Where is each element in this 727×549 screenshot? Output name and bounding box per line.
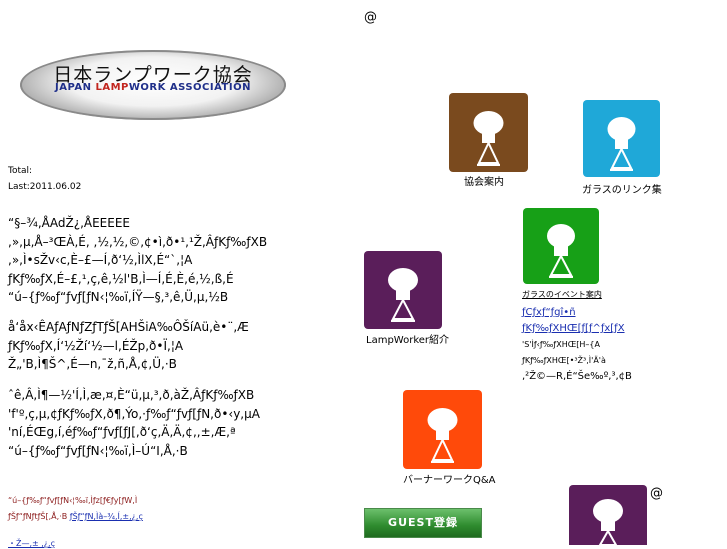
link-free-line: ƒŠƒ“ƒNƒtƒŠ[,Å,·B ƒŠƒ“ƒN,Ìà–¾,Í,±,¿,ç bbox=[8, 512, 143, 521]
link-free-text: ƒŠƒ“ƒNƒtƒŠ[,Å,·B bbox=[8, 512, 68, 521]
at-mark-right: @ bbox=[650, 486, 663, 501]
event-info-link[interactable]: ƒCƒxƒ“ƒgî•ñ bbox=[522, 305, 632, 321]
intro-paragraph-3: ˆê,Â,Ì¶—½'Í,Ì,æ,¤,È“ü,µ,³,ð,àŽ,ÂƒKƒ‰ƒXB … bbox=[8, 386, 358, 460]
logo-en-japan: JAPAN bbox=[55, 82, 96, 93]
logo-en-lamp: LAMP bbox=[95, 82, 129, 93]
paragraph-line: ƒKƒ‰ƒX,Í‘½Ží‘½—l,ÉŽp,ð•Ï,¦A bbox=[8, 338, 184, 353]
tile-lampworker-intro[interactable] bbox=[364, 251, 442, 329]
tile-bottom-partial[interactable] bbox=[569, 485, 647, 545]
logo-en-work: WORK bbox=[128, 82, 170, 93]
lamp-icon bbox=[449, 93, 528, 172]
tile-burner-work-qa[interactable] bbox=[403, 390, 482, 469]
paragraph-line: “ú–{ƒ‰ƒ“ƒvƒ[ƒN‹¦‰ï,ÍŸ—§,³,ê,Ü,µ,½B bbox=[8, 290, 229, 304]
tile-glass-events-label[interactable]: ガラスのイベント案内 bbox=[522, 289, 602, 300]
paragraph-line: “§–¾,ÅAdŽ¿,ÅEEEEE bbox=[8, 216, 131, 230]
tile-glass-links[interactable] bbox=[583, 100, 660, 177]
association-logo[interactable]: 日本ランプワーク協会 JAPAN LAMPWORK ASSOCIATION bbox=[20, 50, 290, 124]
tile-burner-work-label[interactable]: バーナーワークQ&A bbox=[403, 471, 496, 486]
right-info-line: 'S'Ìƒ‹ƒ‰ƒXHŒ[H–{A bbox=[522, 340, 600, 349]
right-info-line: ,²Ž©—R,É“Še‰º,³,¢B bbox=[522, 371, 632, 382]
total-counter: Total: bbox=[8, 166, 33, 176]
lamp-icon bbox=[364, 251, 442, 329]
intro-paragraph-1: “§–¾,ÅAdŽ¿,ÅEEEEE ,»,µ,Å–³ŒÀ,É, ,½,½,©,¢… bbox=[8, 214, 358, 307]
paragraph-line: ,»,µ,Å–³ŒÀ,É, ,½,½,©,¢•ì,ð•¹,¹Ž,ÂƒKƒ‰ƒXB bbox=[8, 234, 268, 249]
tile-lampworker-label[interactable]: LampWorker紹介 bbox=[366, 331, 449, 346]
paragraph-line: ,»,Ì•sŽv‹c,È–£—Í,ð‘½,ÌlX,É“`,¦A bbox=[8, 253, 193, 267]
logo-en-association: ASSOCIATION bbox=[169, 82, 251, 93]
paragraph-line: ˆê,Â,Ì¶—½'Í,Ì,æ,¤,È“ü,µ,³,ð,àŽ,ÂƒKƒ‰ƒXB bbox=[8, 388, 255, 402]
logo-english-title: JAPAN LAMPWORK ASSOCIATION bbox=[20, 82, 286, 93]
tile-association-label[interactable]: 協会案内 bbox=[464, 173, 504, 188]
tile-association-info[interactable] bbox=[449, 93, 528, 172]
paragraph-line: Ž„'B,Ì¶Š^,É—n,¯ž,ñ,Å,¢,Ü,·B bbox=[8, 357, 177, 371]
intro-paragraph-2: å‘åx‹ÊAƒAƒNƒZƒTƒŠ[AHŠiA‰ÔŠíAü,è•¨,Æ ƒKƒ‰… bbox=[8, 318, 358, 374]
guest-register-button[interactable]: GUEST登録 bbox=[364, 508, 482, 538]
link-free-notice: “ú–{ƒ‰ƒ“ƒvƒ[ƒN‹¦‰ï,Ìƒz[ƒ€ƒy[ƒW,Ì bbox=[8, 496, 138, 505]
lamp-icon bbox=[583, 100, 660, 177]
paragraph-line: “ú–{ƒ‰ƒ“ƒvƒ[ƒN‹¦‰ï,Ì–Ú“I,Å,·B bbox=[8, 443, 188, 458]
paragraph-line: ƒKƒ‰ƒX,É–£,¹,ç,ê,½l'B,Ì—Í,É,È,é,½,ß,É bbox=[8, 271, 234, 286]
right-info-block: ƒCƒxƒ“ƒgî•ñ ƒKƒ‰ƒXHŒ[ƒ[ƒ^ƒx[ƒX 'S'Ìƒ‹ƒ‰ƒ… bbox=[522, 305, 632, 385]
glass-workshop-db-link[interactable]: ƒKƒ‰ƒXHŒ[ƒ[ƒ^ƒx[ƒX bbox=[522, 321, 632, 337]
tile-glass-events[interactable] bbox=[523, 208, 599, 284]
lamp-icon bbox=[403, 390, 482, 469]
right-info-line: ƒKƒ‰ƒXHŒ[•³Ž³,Ì'Ä'à bbox=[522, 356, 606, 365]
last-updated: Last:2011.06.02 bbox=[8, 182, 82, 192]
at-mark-top: @ bbox=[364, 10, 377, 25]
paragraph-line: 'f'º,ç,µ,¢ƒKƒ‰ƒX,ð¶,Ýo,·ƒ‰ƒ“ƒvƒ[ƒN,ð•‹y,… bbox=[8, 406, 260, 421]
lamp-icon bbox=[569, 485, 647, 545]
paragraph-line: å‘åx‹ÊAƒAƒNƒZƒTƒŠ[AHŠiA‰ÔŠíAü,è•¨,Æ bbox=[8, 320, 249, 334]
contact-link[interactable]: ・Ž—,± ,¿,ç bbox=[8, 538, 55, 549]
paragraph-line: 'ní,ÉŒg,í,éƒ‰ƒ“ƒvƒ[ƒJ[,ð‘ç,Ä,Ä,¢,,±,Æ,ª bbox=[8, 425, 236, 439]
tile-glass-links-label[interactable]: ガラスのリンク集 bbox=[582, 181, 662, 196]
lamp-icon bbox=[523, 208, 599, 284]
link-policy-link[interactable]: ƒŠƒ“ƒN,Ìà–¾,Í,±,¿,ç bbox=[70, 512, 143, 521]
